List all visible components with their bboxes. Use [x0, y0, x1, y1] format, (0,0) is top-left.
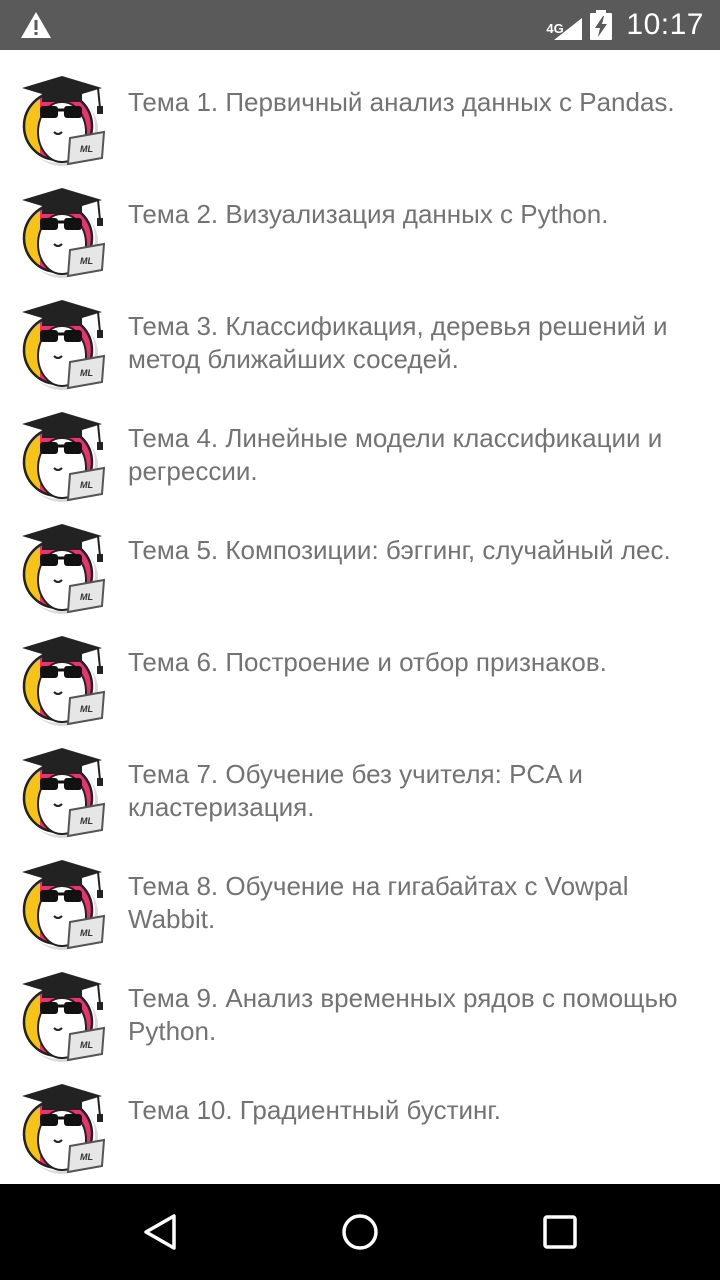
status-bar: 4G 10:17 [0, 0, 720, 50]
svg-text:ML: ML [80, 1152, 93, 1162]
topic-title: Тема 8. Обучение на гигабайтах с Vowpal … [128, 871, 629, 934]
ml-mascot-icon: ML [21, 76, 106, 166]
topic-title: Тема 5. Композиции: бэггинг, случайный л… [128, 535, 671, 565]
topic-title: Тема 6. Построение и отбор признаков. [128, 647, 607, 677]
topic-list-item[interactable]: ML Тема 4. Линейные модели классификации… [0, 386, 720, 502]
battery-charging-icon [590, 10, 613, 40]
svg-text:ML: ML [80, 592, 93, 602]
svg-text:ML: ML [80, 928, 93, 938]
ml-mascot-icon: ML [21, 636, 106, 726]
topic-title: Тема 10. Градиентный бустинг. [128, 1095, 501, 1125]
recents-square-icon [543, 1215, 577, 1249]
back-triangle-icon [144, 1214, 176, 1250]
svg-text:ML: ML [80, 256, 93, 266]
recents-button[interactable] [528, 1200, 592, 1264]
topic-title: Тема 1. Первичный анализ данных с Pandas… [128, 87, 675, 117]
topic-list-item[interactable]: ML Тема 7. Обучение без учителя: PCA и к… [0, 722, 720, 838]
topic-list: ML Тема 1. Первичный анализ данных с Pan… [0, 50, 720, 1184]
home-button[interactable] [328, 1200, 392, 1264]
svg-text:ML: ML [80, 144, 93, 154]
back-button[interactable] [128, 1200, 192, 1264]
cell-signal-icon: 4G [546, 10, 583, 40]
ml-mascot-icon: ML [21, 1084, 106, 1174]
topic-title: Тема 9. Анализ временных рядов с помощью… [128, 983, 678, 1046]
ml-mascot-icon: ML [21, 524, 106, 614]
warning-icon [21, 12, 51, 38]
topic-list-item[interactable]: ML Тема 6. Построение и отбор признаков. [0, 610, 720, 726]
ml-mascot-icon: ML [21, 188, 106, 278]
topic-list-item[interactable]: ML Тема 10. Градиентный бустинг. [0, 1058, 720, 1174]
topic-list-item[interactable]: ML Тема 8. Обучение на гигабайтах с Vowp… [0, 834, 720, 950]
svg-text:ML: ML [80, 704, 93, 714]
ml-mascot-icon: ML [21, 860, 106, 950]
topic-list-item[interactable]: ML Тема 1. Первичный анализ данных с Pan… [0, 50, 720, 166]
svg-text:ML: ML [80, 1040, 93, 1050]
clock: 10:17 [626, 8, 704, 41]
topic-title: Тема 7. Обучение без учителя: PCA и клас… [128, 759, 583, 822]
topic-title: Тема 4. Линейные модели классификации и … [128, 423, 663, 486]
ml-mascot-icon: ML [21, 300, 106, 390]
topic-list-item[interactable]: ML Тема 9. Анализ временных рядов с помо… [0, 946, 720, 1062]
topic-list-item[interactable]: ML Тема 2. Визуализация данных с Python. [0, 162, 720, 278]
topic-title: Тема 2. Визуализация данных с Python. [128, 199, 609, 229]
svg-text:ML: ML [80, 480, 93, 490]
svg-text:ML: ML [80, 368, 93, 378]
ml-mascot-icon: ML [21, 972, 106, 1062]
topic-list-item[interactable]: ML Тема 5. Композиции: бэггинг, случайны… [0, 498, 720, 614]
navigation-bar [0, 1184, 720, 1280]
status-indicators: 4G 10:17 [546, 0, 704, 50]
topic-list-item[interactable]: ML Тема 3. Классификация, деревья решени… [0, 274, 720, 390]
ml-mascot-icon: ML [21, 748, 106, 838]
ml-mascot-icon: ML [21, 412, 106, 502]
svg-text:ML: ML [80, 816, 93, 826]
topic-title: Тема 3. Классификация, деревья решений и… [128, 311, 668, 374]
home-circle-icon [342, 1214, 378, 1250]
